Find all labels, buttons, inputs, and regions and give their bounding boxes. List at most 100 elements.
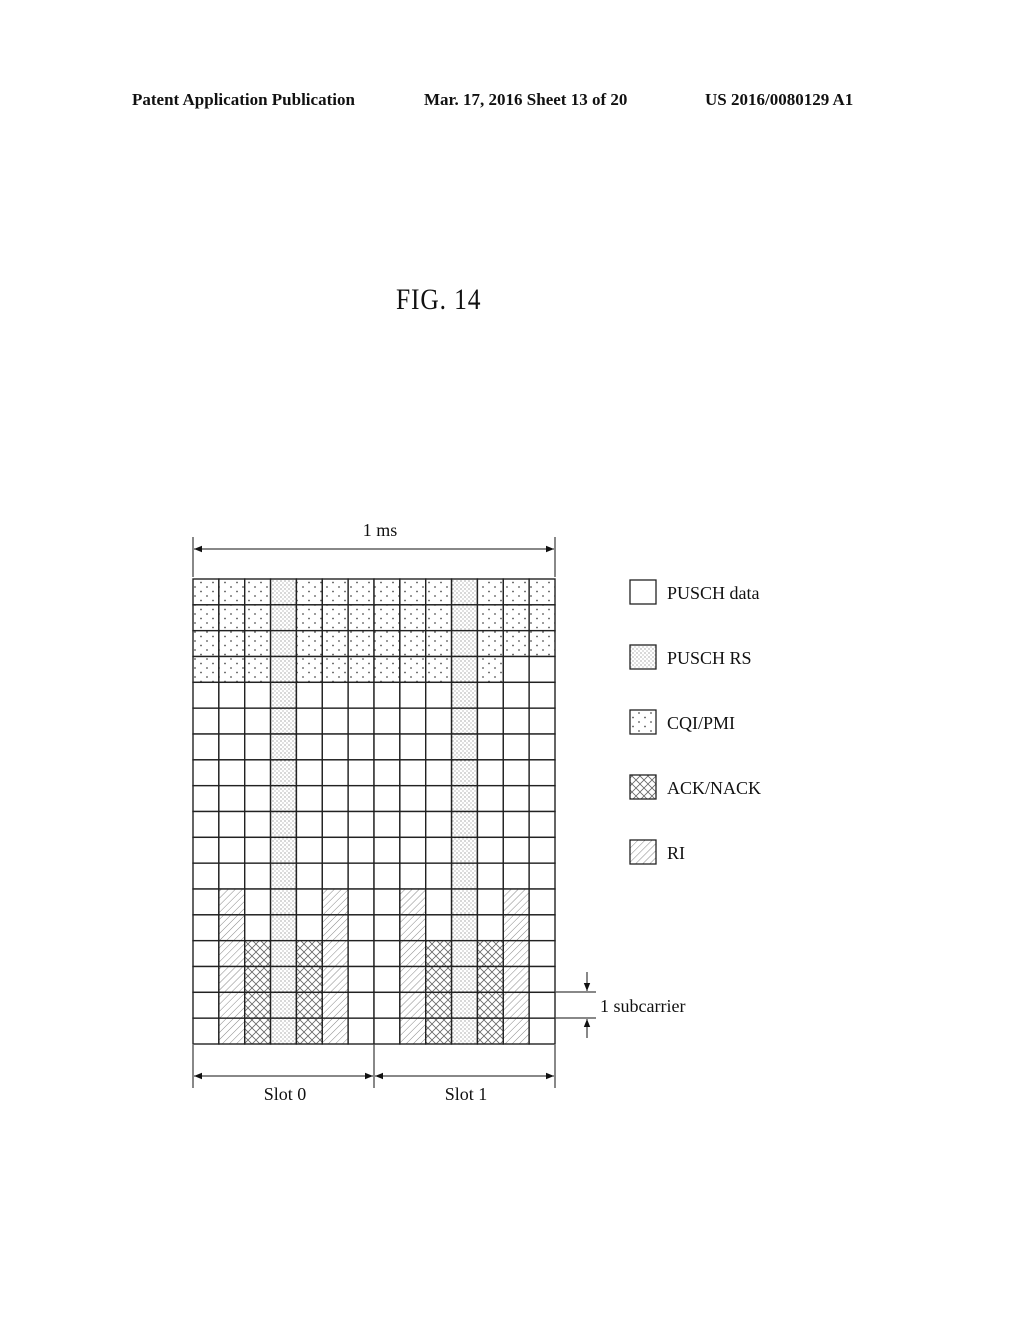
resource-grid — [192, 578, 556, 1045]
pusch-rs-cell — [269, 655, 298, 684]
pusch-data-cell — [502, 784, 530, 813]
pusch-data-cell — [218, 862, 246, 890]
cqi-pmi-cell — [244, 655, 272, 684]
legend-label-cqi-pmi: CQI/PMI — [667, 713, 735, 733]
ri-cell — [218, 888, 246, 916]
ack-nack-cell — [425, 991, 453, 1019]
cqi-pmi-cell — [425, 629, 453, 658]
pusch-data-cell — [347, 759, 375, 787]
cqi-pmi-cell — [399, 655, 427, 684]
pusch-data-cell — [295, 707, 323, 735]
pusch-data-cell — [347, 991, 375, 1019]
ack-nack-cell — [476, 991, 504, 1019]
pusch-data-cell — [476, 810, 504, 839]
pusch-rs-cell — [269, 965, 298, 994]
pusch-data-cell — [192, 1017, 220, 1045]
cqi-pmi-cell — [373, 604, 401, 632]
pusch-data-cell — [425, 759, 453, 787]
pusch-data-cell — [399, 810, 427, 839]
subcarrier-label: 1 subcarrier — [600, 996, 685, 1016]
pusch-data-cell — [295, 759, 323, 787]
pusch-rs-cell — [269, 914, 298, 942]
pusch-data-cell — [244, 862, 272, 890]
cqi-pmi-cell — [192, 604, 220, 632]
cqi-pmi-cell — [321, 629, 349, 658]
pusch-data-cell — [373, 1017, 401, 1045]
pusch-data-cell — [528, 733, 556, 761]
pusch-data-cell — [192, 888, 220, 916]
ack-nack-cell — [476, 965, 504, 994]
pusch-data-cell — [476, 707, 504, 735]
ack-nack-cell — [244, 1017, 272, 1045]
pusch-data-cell — [373, 965, 401, 994]
pusch-rs-cell — [450, 939, 479, 968]
pusch-data-cell — [244, 836, 272, 864]
cqi-pmi-cell — [321, 655, 349, 684]
pusch-rs-cell — [450, 965, 479, 994]
pusch-data-cell — [502, 810, 530, 839]
cqi-pmi-cell — [218, 578, 246, 606]
pusch-data-cell — [244, 707, 272, 735]
cqi-pmi-cell — [476, 655, 504, 684]
pusch-data-cell — [373, 810, 401, 839]
pusch-rs-cell — [450, 629, 479, 658]
pusch-data-cell — [347, 681, 375, 709]
pusch-data-cell — [295, 888, 323, 916]
pusch-data-cell — [192, 681, 220, 709]
pusch-data-cell — [528, 759, 556, 787]
pusch-data-cell — [192, 862, 220, 890]
cqi-pmi-cell — [528, 629, 556, 658]
pusch-rs-cell — [269, 939, 298, 968]
cqi-pmi-cell — [425, 655, 453, 684]
pusch-data-cell — [528, 655, 556, 684]
pusch-data-cell — [321, 784, 349, 813]
pusch-data-cell — [476, 784, 504, 813]
ri-cell — [399, 939, 427, 968]
pusch-data-cell — [425, 733, 453, 761]
ri-cell — [399, 965, 427, 994]
pusch-data-cell — [295, 784, 323, 813]
legend-label-pusch-rs: PUSCH RS — [667, 648, 752, 668]
pusch-rs-cell — [269, 733, 298, 761]
cqi-pmi-cell — [295, 655, 323, 684]
ack-nack-cell — [244, 965, 272, 994]
cqi-pmi-cell — [528, 604, 556, 632]
pusch-data-cell — [425, 681, 453, 709]
ri-cell — [321, 965, 349, 994]
pusch-data-cell — [192, 965, 220, 994]
pusch-data-cell — [502, 707, 530, 735]
pusch-data-cell — [321, 759, 349, 787]
ack-nack-cell — [476, 1017, 504, 1045]
ri-cell — [399, 991, 427, 1019]
pusch-data-cell — [347, 939, 375, 968]
cqi-pmi-cell — [476, 578, 504, 606]
pusch-rs-cell — [450, 784, 479, 813]
ri-cell — [321, 939, 349, 968]
pusch-data-cell — [476, 836, 504, 864]
pusch-data-cell — [192, 784, 220, 813]
cqi-pmi-cell — [528, 578, 556, 606]
legend-label-ack-nack: ACK/NACK — [667, 778, 761, 798]
pusch-data-cell — [502, 681, 530, 709]
pusch-data-cell — [373, 836, 401, 864]
pusch-data-cell — [347, 914, 375, 942]
pusch-data-cell — [502, 655, 530, 684]
pusch-data-cell — [218, 810, 246, 839]
cqi-pmi-cell — [502, 578, 530, 606]
pusch-data-cell — [373, 707, 401, 735]
legend-swatch-ri — [629, 839, 657, 865]
pusch-rs-cell — [269, 1017, 298, 1045]
cqi-pmi-cell — [373, 655, 401, 684]
resource-grid-diagram: 1 ms Slot 0 Slot 1 1 subcarrier PUSCH da… — [192, 520, 761, 1104]
ri-cell — [502, 965, 530, 994]
pusch-data-cell — [192, 836, 220, 864]
ack-nack-cell — [244, 939, 272, 968]
pusch-rs-cell — [450, 810, 479, 839]
ri-cell — [502, 888, 530, 916]
pusch-data-cell — [218, 759, 246, 787]
pusch-data-cell — [399, 759, 427, 787]
pusch-data-cell — [347, 888, 375, 916]
pusch-data-cell — [373, 914, 401, 942]
ack-nack-cell — [476, 939, 504, 968]
cqi-pmi-cell — [425, 578, 453, 606]
